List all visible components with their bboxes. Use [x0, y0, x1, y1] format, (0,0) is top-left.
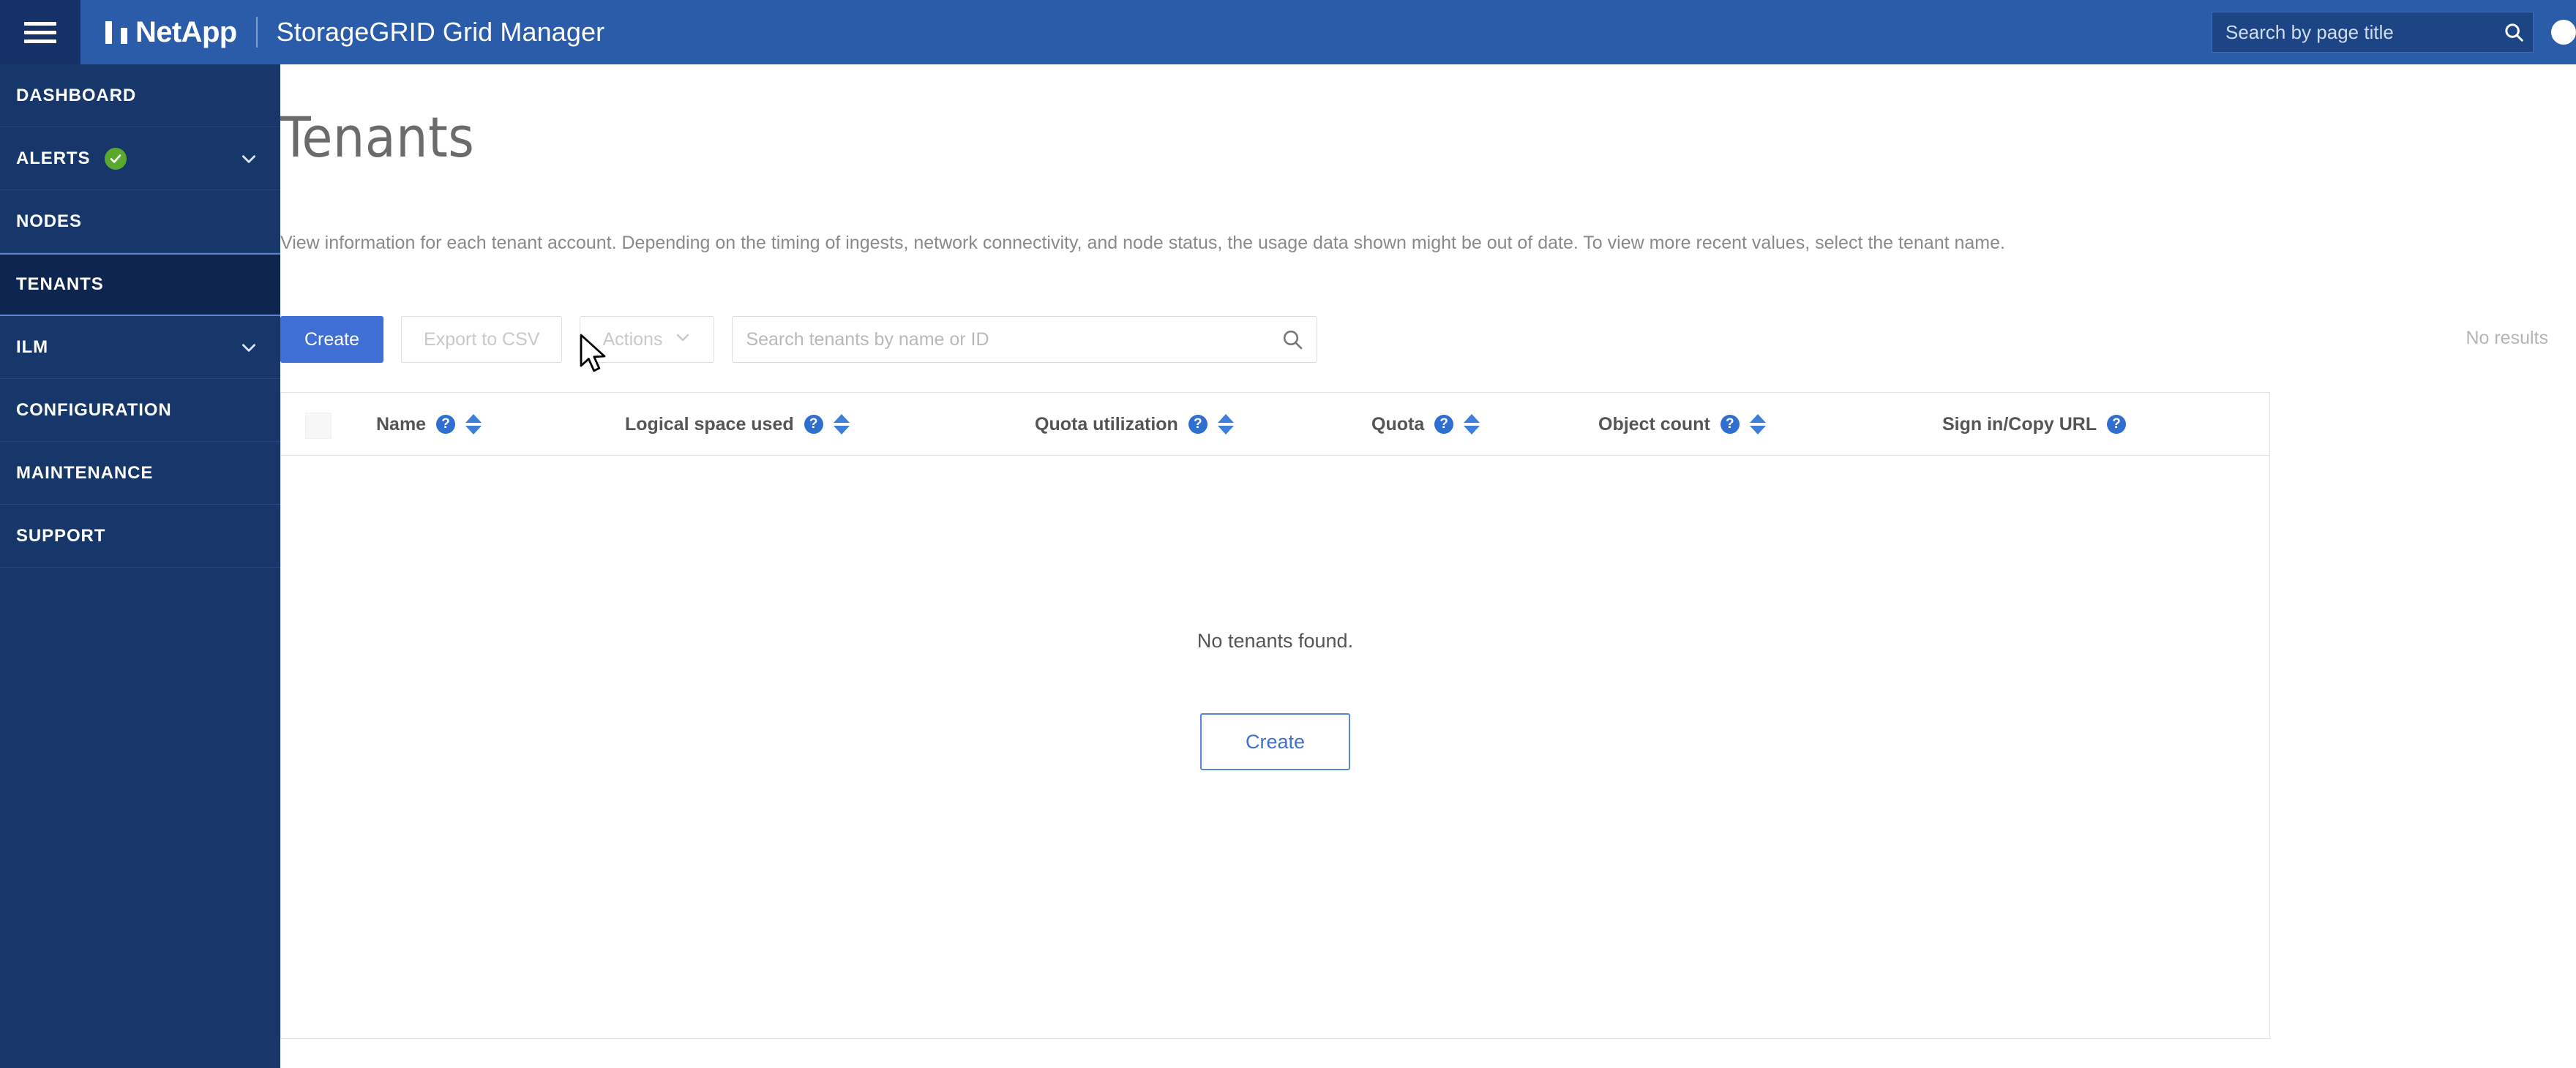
create-button[interactable]: Create [280, 316, 384, 363]
sidebar-item-tenants[interactable]: TENANTS [0, 253, 280, 316]
column-header-object-count[interactable]: Object count ? [1598, 393, 1766, 456]
tenant-search-field[interactable] [732, 316, 1318, 363]
page-title: Tenants [280, 105, 475, 170]
table-header-row: Name ? Logical space used ? Quota utiliz… [281, 393, 2269, 456]
help-icon[interactable]: ? [804, 415, 823, 434]
sidebar-item-label: NODES [16, 211, 82, 231]
sidebar-item-support[interactable]: SUPPORT [0, 505, 280, 568]
sidebar-item-label: SUPPORT [16, 525, 106, 546]
sidebar-item-nodes[interactable]: NODES [0, 190, 280, 253]
column-header-sign-in-copy-url[interactable]: Sign in/Copy URL ? [1942, 393, 2127, 456]
column-header-name[interactable]: Name ? [376, 393, 482, 456]
sidebar-navigation: DASHBOARD ALERTS NODES TENANTS ILM CONFI… [0, 64, 280, 1068]
results-status-text: No results [2465, 328, 2548, 348]
help-icon[interactable]: ? [436, 415, 456, 434]
sidebar-item-ilm[interactable]: ILM [0, 316, 280, 379]
brand-divider [255, 17, 258, 48]
hamburger-menu-button[interactable] [0, 0, 80, 64]
column-header-logical-space-used[interactable]: Logical space used ? [625, 393, 850, 456]
chevron-down-icon [674, 328, 692, 351]
topbar-right-area [2212, 0, 2576, 64]
tenants-table: Name ? Logical space used ? Quota utiliz… [280, 392, 2270, 1039]
help-icon[interactable]: ? [1188, 415, 1208, 434]
help-icon[interactable]: ? [1720, 415, 1740, 434]
actions-dropdown-label: Actions [602, 328, 663, 350]
sidebar-item-maintenance[interactable]: MAINTENANCE [0, 442, 280, 505]
sort-icon[interactable] [1217, 413, 1234, 435]
chevron-down-icon[interactable] [239, 338, 258, 357]
header-select-all-checkbox[interactable] [305, 413, 332, 439]
table-toolbar: Create Export to CSV Actions [280, 316, 2256, 363]
sidebar-item-configuration[interactable]: CONFIGURATION [0, 379, 280, 442]
sidebar-item-label: ALERTS [16, 148, 91, 168]
search-icon[interactable] [2495, 12, 2533, 52]
sidebar-item-dashboard[interactable]: DASHBOARD [0, 64, 280, 127]
netapp-wordmark: NetApp [135, 16, 237, 48]
netapp-logo: NetApp [105, 18, 237, 47]
sidebar-item-label: CONFIGURATION [16, 399, 172, 420]
search-icon[interactable] [1268, 317, 1317, 362]
column-header-quota[interactable]: Quota ? [1371, 393, 1480, 456]
page-title-search[interactable] [2212, 12, 2534, 53]
sidebar-item-alerts[interactable]: ALERTS [0, 127, 280, 190]
sidebar-item-label: ILM [16, 336, 49, 357]
empty-state-message: No tenants found. [1197, 630, 1354, 652]
user-avatar-button[interactable] [2534, 0, 2576, 64]
help-icon[interactable]: ? [1434, 415, 1454, 434]
sidebar-item-label: MAINTENANCE [16, 462, 154, 483]
empty-state-create-button[interactable]: Create [1200, 713, 1350, 770]
sidebar-item-label: DASHBOARD [16, 85, 137, 105]
sort-icon[interactable] [833, 413, 850, 435]
sort-icon[interactable] [465, 413, 482, 435]
user-avatar-icon [2551, 20, 2576, 45]
netapp-mark-icon [105, 20, 127, 44]
table-empty-state: No tenants found. Create [281, 456, 2269, 1039]
page-title-search-input[interactable] [2212, 12, 2495, 52]
brand-area: NetApp StorageGRID Grid Manager [105, 0, 604, 64]
actions-dropdown-button[interactable]: Actions [580, 316, 715, 363]
app-title: StorageGRID Grid Manager [276, 17, 605, 47]
sort-icon[interactable] [1749, 413, 1766, 435]
green-check-circle-icon [105, 147, 127, 170]
column-header-quota-utilization[interactable]: Quota utilization ? [1035, 393, 1234, 456]
export-to-csv-button[interactable]: Export to CSV [401, 316, 563, 363]
tenant-search-input[interactable] [733, 317, 1269, 362]
hamburger-menu-icon [24, 17, 56, 48]
sort-icon[interactable] [1464, 413, 1480, 435]
page-description: View information for each tenant account… [280, 233, 2005, 253]
top-app-bar: NetApp StorageGRID Grid Manager [0, 0, 2576, 64]
sidebar-item-label: TENANTS [16, 274, 104, 294]
help-icon[interactable]: ? [2107, 415, 2127, 434]
chevron-down-icon[interactable] [239, 149, 258, 168]
